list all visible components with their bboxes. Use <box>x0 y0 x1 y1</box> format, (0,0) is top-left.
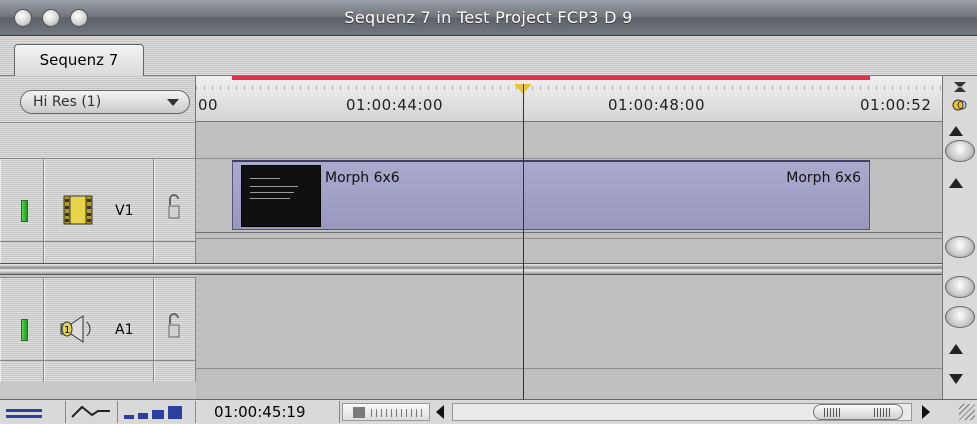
grip-icon <box>824 408 840 417</box>
link-icon[interactable] <box>952 98 968 112</box>
header-controls: Hi Res (1) <box>0 76 196 158</box>
track-enabled-light-icon[interactable] <box>21 200 28 222</box>
divider <box>0 122 196 123</box>
scroll-up-button[interactable] <box>949 126 963 136</box>
clip-name-start: Morph 6x6 <box>325 170 400 186</box>
separator-thumb[interactable] <box>945 236 975 258</box>
tab-sequence[interactable]: Sequenz 7 <box>14 44 144 77</box>
resolution-popup-value: Hi Res (1) <box>33 94 102 110</box>
ruler-label: 00 <box>198 96 219 114</box>
playhead-line <box>523 84 524 399</box>
track-size-button[interactable] <box>118 401 196 423</box>
window-title: Sequenz 7 in Test Project FCP3 D 9 <box>344 8 633 27</box>
clip-thumbnail <box>241 165 321 227</box>
title-bar: Sequenz 7 in Test Project FCP3 D 9 <box>0 0 977 36</box>
ruler-label: 01:00:52 <box>860 96 932 114</box>
unlocked-padlock-icon <box>168 194 180 219</box>
ruler-ticks <box>196 86 942 90</box>
ruler-label: 01:00:44:00 <box>346 96 444 114</box>
video-audio-separator[interactable] <box>0 263 942 275</box>
film-strip-icon <box>63 195 93 225</box>
zoom-slider[interactable] <box>342 403 430 421</box>
divider <box>196 368 942 369</box>
scroll-right-button[interactable] <box>922 405 930 419</box>
track-header-v1: V1 <box>0 158 196 263</box>
current-timecode-field[interactable]: 01:00:45:19 <box>200 401 340 423</box>
track-bottom-strip <box>0 360 196 382</box>
clip-overlay-icon <box>71 405 110 418</box>
clip-name-end: Morph 6x6 <box>786 170 861 186</box>
vertical-scroller <box>942 76 977 399</box>
track-bottom-strip <box>0 241 196 263</box>
resize-grip-icon[interactable] <box>959 404 975 420</box>
unlocked-padlock-icon <box>168 313 180 338</box>
video-clip-morph[interactable]: Morph 6x6 Morph 6x6 <box>232 160 870 230</box>
track-enabled-light-icon[interactable] <box>21 319 28 341</box>
timecode-ruler[interactable]: 00 01:00:44:00 01:00:48:00 01:00:52 <box>196 76 942 122</box>
zoom-slider-knob[interactable] <box>353 407 365 418</box>
clip-bottom-line <box>196 232 942 233</box>
clip-overlay-button[interactable] <box>66 401 118 423</box>
track-height-icon <box>6 409 42 418</box>
divider <box>196 238 942 239</box>
divider <box>196 158 942 159</box>
timeline-tracks-area[interactable]: Morph 6x6 Morph 6x6 <box>196 122 942 399</box>
track-size-icon <box>124 406 182 419</box>
scroll-up-button[interactable] <box>949 344 963 354</box>
bottom-bar: 01:00:45:19 <box>0 399 977 424</box>
horizontal-scroll-track[interactable] <box>452 403 912 421</box>
audio-scroll-thumb[interactable] <box>945 306 975 328</box>
track-name-label: A1 <box>115 322 134 338</box>
track-header-a1: 1 A1 <box>0 277 196 382</box>
tab-strip: Sequenz 7 <box>0 36 977 77</box>
video-scroll-thumb[interactable] <box>945 140 975 162</box>
scroll-down-button[interactable] <box>949 374 963 384</box>
chevron-down-icon <box>167 99 179 106</box>
scroll-up-button[interactable] <box>949 178 963 188</box>
resolution-popup[interactable]: Hi Res (1) <box>20 90 190 114</box>
svg-text:1: 1 <box>64 325 70 336</box>
snapping-icon[interactable] <box>952 80 968 94</box>
render-status-bar <box>232 76 870 80</box>
track-height-button[interactable] <box>0 401 66 423</box>
scroll-left-button[interactable] <box>436 405 444 419</box>
grip-icon <box>874 408 890 417</box>
track-name-label: V1 <box>115 203 134 219</box>
horizontal-scroll-thumb[interactable] <box>813 404 903 420</box>
separator-thumb[interactable] <box>945 276 975 298</box>
zoom-slider-marks <box>371 409 425 417</box>
ruler-label: 01:00:48:00 <box>608 96 706 114</box>
speaker-icon: 1 <box>60 315 91 343</box>
